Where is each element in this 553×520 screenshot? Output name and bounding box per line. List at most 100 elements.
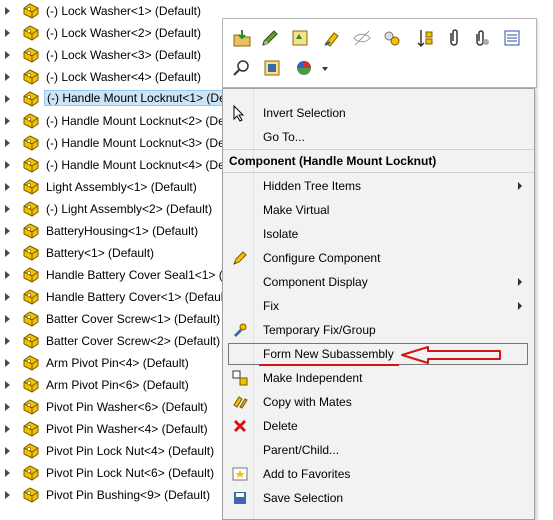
part-icon <box>21 68 41 86</box>
menu-header-label: Component (Handle Mount Locknut) <box>229 154 437 168</box>
context-menu: Invert Selection Go To... Component (Han… <box>222 88 535 520</box>
tree-item-label: Arm Pivot Pin<6> (Default) <box>46 378 189 392</box>
expand-arrow-icon[interactable] <box>5 315 10 323</box>
part-icon <box>21 464 41 482</box>
mates-icon[interactable] <box>413 27 435 49</box>
tree-item-label: (-) Lock Washer<2> (Default) <box>46 26 201 40</box>
part-icon <box>21 288 41 306</box>
expand-arrow-icon[interactable] <box>5 469 10 477</box>
menu-item-label: Copy with Mates <box>263 395 352 409</box>
edit-part-icon[interactable] <box>259 27 281 49</box>
highlight-underline <box>259 364 399 366</box>
favorites-icon <box>231 465 249 483</box>
cursor-icon <box>231 104 249 122</box>
save-selection-icon <box>231 489 249 507</box>
hide-icon[interactable] <box>351 27 373 49</box>
expand-arrow-icon[interactable] <box>5 249 10 257</box>
paperclip-icon[interactable] <box>443 27 465 49</box>
expand-arrow-icon[interactable] <box>5 161 10 169</box>
menu-item-label: Fix <box>263 299 279 313</box>
expand-arrow-icon[interactable] <box>5 425 10 433</box>
menu-item-label: Component Display <box>263 275 368 289</box>
isolate-icon[interactable] <box>381 27 403 49</box>
tree-item-label: Arm Pivot Pin<4> (Default) <box>46 356 189 370</box>
menu-item-fix[interactable]: Fix <box>223 294 534 318</box>
part-icon <box>21 46 41 64</box>
menu-item-isolate[interactable]: Isolate <box>223 222 534 246</box>
zoom-to-selection-icon[interactable] <box>231 57 253 79</box>
tree-item-label: Pivot Pin Washer<4> (Default) <box>46 422 208 436</box>
link-icon[interactable] <box>471 27 493 49</box>
menu-item-label: Make Independent <box>263 371 363 385</box>
menu-item-component-display[interactable]: Component Display <box>223 270 534 294</box>
expand-arrow-icon[interactable] <box>5 359 10 367</box>
expand-arrow-icon[interactable] <box>5 95 10 103</box>
menu-item-label: Configure Component <box>263 251 381 265</box>
part-icon <box>21 178 41 196</box>
part-icon <box>21 420 41 438</box>
part-icon <box>21 354 41 372</box>
menu-item-parent-child[interactable]: Parent/Child... <box>223 438 534 462</box>
context-toolbar <box>222 18 537 88</box>
expand-arrow-icon[interactable] <box>5 491 10 499</box>
part-icon <box>21 376 41 394</box>
menu-item-label: Hidden Tree Items <box>263 179 362 193</box>
expand-arrow-icon[interactable] <box>5 117 10 125</box>
menu-item-add-to-favorites[interactable]: Add to Favorites <box>223 462 534 486</box>
menu-item-copy-with-mates[interactable]: Copy with Mates <box>223 390 534 414</box>
expand-arrow-icon[interactable] <box>5 183 10 191</box>
part-icon <box>21 156 41 174</box>
open-part-icon[interactable] <box>231 27 253 49</box>
expand-arrow-icon[interactable] <box>5 337 10 345</box>
submenu-arrow-icon <box>518 302 522 310</box>
menu-item-configure-component[interactable]: Configure Component <box>223 246 534 270</box>
tree-item-label: BatteryHousing<1> (Default) <box>46 224 199 238</box>
change-transparency-icon[interactable] <box>321 27 343 49</box>
tree-item-label: (-) Handle Mount Locknut<3> (Default) <box>46 136 252 150</box>
appearance-dropdown-icon[interactable] <box>322 67 328 71</box>
expand-arrow-icon[interactable] <box>5 29 10 37</box>
part-icon <box>21 332 41 350</box>
menu-item-delete[interactable]: Delete <box>223 414 534 438</box>
menu-item-temporary-fix-group[interactable]: Temporary Fix/Group <box>223 318 534 342</box>
menu-item-label: Isolate <box>263 227 299 241</box>
tree-item-label: Pivot Pin Lock Nut<4> (Default) <box>46 444 215 458</box>
pencil-icon <box>231 249 249 267</box>
tree-item-label: Handle Battery Cover<1> (Default) <box>46 290 231 304</box>
submenu-arrow-icon <box>518 278 522 286</box>
tree-item-label: Pivot Pin Washer<6> (Default) <box>46 400 208 414</box>
part-icon <box>21 2 41 20</box>
expand-arrow-icon[interactable] <box>5 403 10 411</box>
menu-item-label: Go To... <box>263 130 305 144</box>
tree-item-label: (-) Handle Mount Locknut<4> (Default) <box>46 158 252 172</box>
menu-item-save-selection[interactable]: Save Selection <box>223 486 534 510</box>
expand-arrow-icon[interactable] <box>5 51 10 59</box>
expand-arrow-icon[interactable] <box>5 227 10 235</box>
part-icon <box>21 310 41 328</box>
menu-item-make-virtual[interactable]: Make Virtual <box>223 198 534 222</box>
tree-item-label: (-) Light Assembly<2> (Default) <box>46 202 213 216</box>
tree-item-label: Pivot Pin Bushing<9> (Default) <box>46 488 211 502</box>
part-icon <box>21 90 41 108</box>
part-icon <box>21 112 41 130</box>
menu-item-hidden-tree-items[interactable]: Hidden Tree Items <box>223 174 534 198</box>
menu-item-go-to[interactable]: Go To... <box>223 125 534 149</box>
expand-arrow-icon[interactable] <box>5 271 10 279</box>
properties-icon[interactable] <box>501 27 523 49</box>
open-assembly-icon[interactable] <box>289 27 311 49</box>
tree-item-label: (-) Handle Mount Locknut<2> (Default) <box>46 114 252 128</box>
expand-arrow-icon[interactable] <box>5 293 10 301</box>
appearance-icon[interactable] <box>293 57 315 79</box>
expand-arrow-icon[interactable] <box>5 73 10 81</box>
expand-arrow-icon[interactable] <box>5 139 10 147</box>
expand-arrow-icon[interactable] <box>5 205 10 213</box>
tree-item-label: (-) Lock Washer<3> (Default) <box>46 48 201 62</box>
component-properties-icon[interactable] <box>261 57 283 79</box>
menu-section-header: Component (Handle Mount Locknut) <box>223 149 534 173</box>
expand-arrow-icon[interactable] <box>5 7 10 15</box>
menu-item-invert-selection[interactable]: Invert Selection <box>223 101 534 125</box>
menu-item-make-independent[interactable]: Make Independent <box>223 366 534 390</box>
tree-item-label: Pivot Pin Lock Nut<6> (Default) <box>46 466 215 480</box>
expand-arrow-icon[interactable] <box>5 381 10 389</box>
expand-arrow-icon[interactable] <box>5 447 10 455</box>
